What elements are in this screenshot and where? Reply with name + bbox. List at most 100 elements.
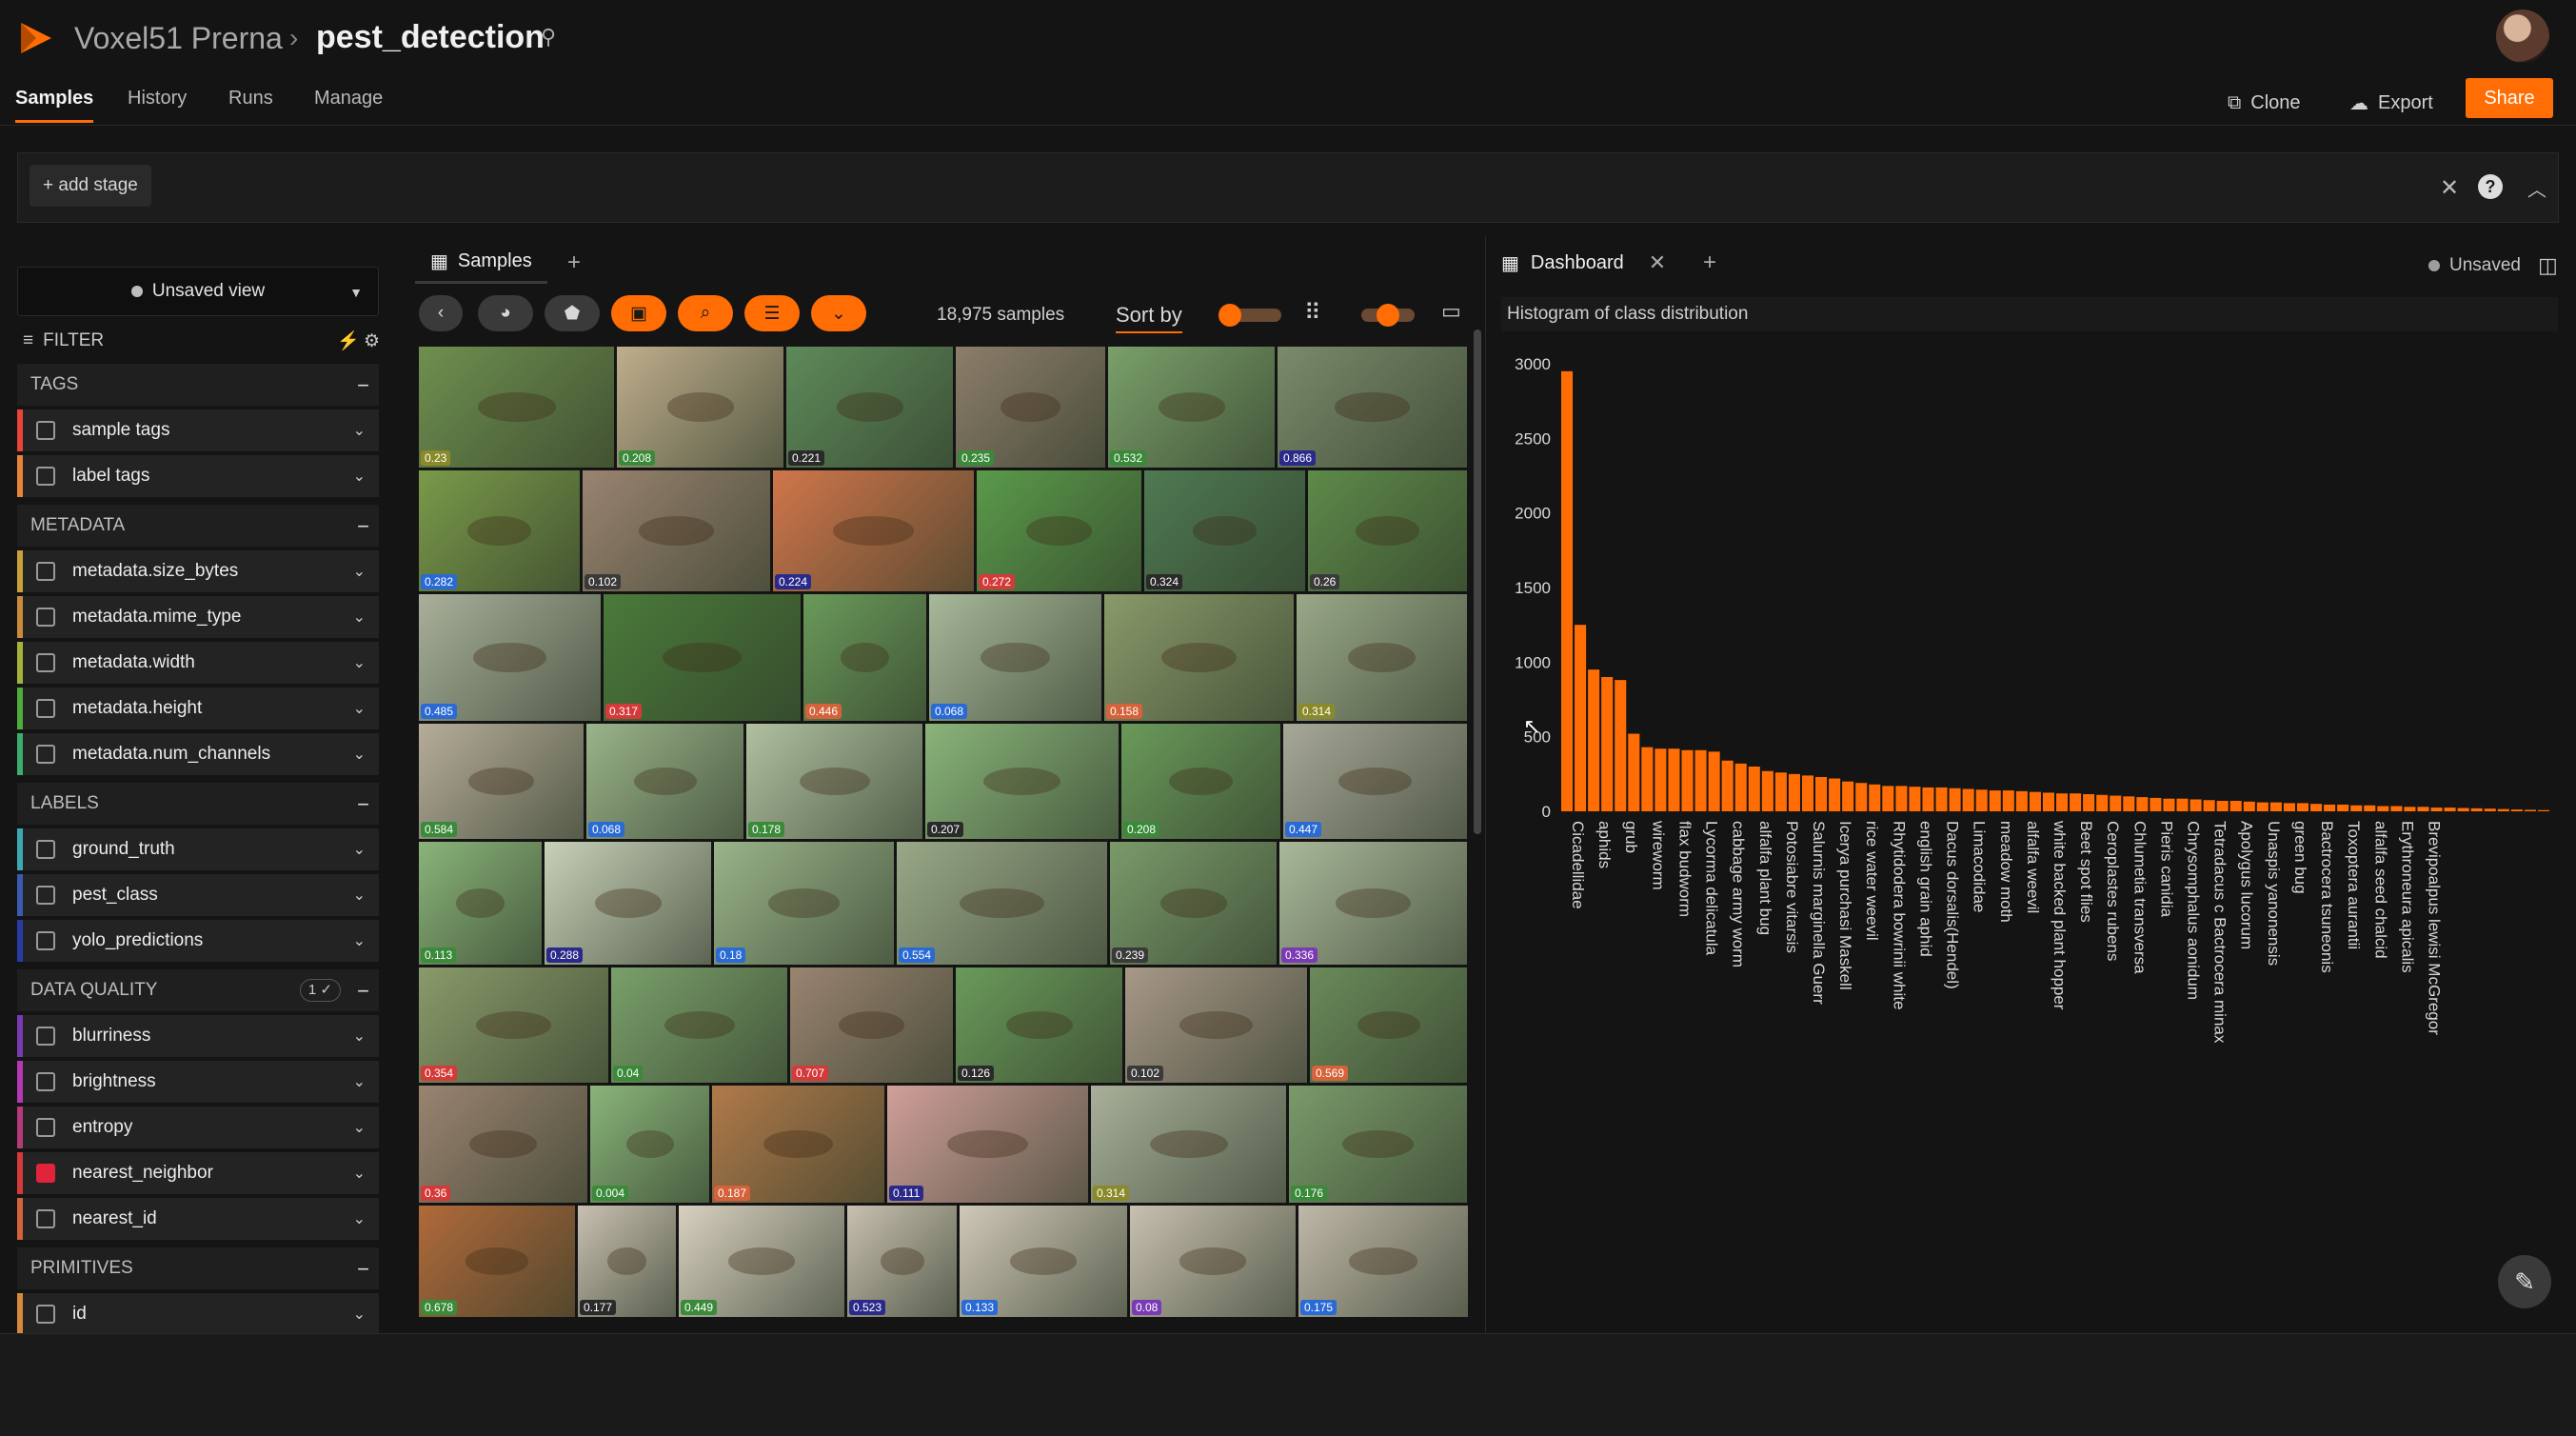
sample-thumbnail[interactable]: 0.208 [1121, 724, 1283, 842]
histogram-bar[interactable] [1694, 749, 1707, 811]
field-checkbox[interactable] [36, 931, 55, 950]
histogram-bar[interactable] [1668, 748, 1680, 811]
histogram-bar[interactable] [2404, 807, 2416, 811]
histogram-bar[interactable] [1989, 790, 2001, 811]
tab-samples[interactable]: Samples [15, 88, 94, 123]
sample-thumbnail[interactable]: 0.221 [786, 347, 956, 470]
tab-samples-panel[interactable]: ▦ Samples [415, 242, 547, 284]
view-selector[interactable]: Unsaved view ▼ [17, 267, 379, 316]
sample-thumbnail[interactable]: 0.177 [578, 1206, 679, 1320]
filter-field-pest-class[interactable]: pest_class ⌄ [17, 874, 379, 916]
filter-field-brightness[interactable]: brightness ⌄ [17, 1061, 379, 1103]
tab-runs[interactable]: Runs [228, 88, 273, 110]
sample-thumbnail[interactable]: 0.523 [847, 1206, 960, 1320]
sample-thumbnail[interactable]: 0.126 [956, 967, 1125, 1086]
back-button[interactable]: ‹ [419, 295, 463, 331]
chevron-down-icon[interactable]: ⌄ [353, 467, 366, 486]
histogram-bar[interactable] [2430, 808, 2443, 811]
share-button[interactable]: Share [2466, 78, 2553, 118]
histogram-bar[interactable] [2310, 804, 2323, 811]
collapse-icon[interactable]: − [357, 514, 369, 539]
histogram-bar[interactable] [2510, 809, 2523, 811]
sample-thumbnail[interactable]: 0.158 [1104, 594, 1297, 724]
filter-field-metadata-num-channels[interactable]: metadata.num_channels ⌄ [17, 733, 379, 775]
sort-direction-toggle[interactable] [1219, 304, 1281, 327]
sample-thumbnail[interactable]: 0.317 [604, 594, 803, 724]
histogram-bar[interactable] [2390, 806, 2403, 811]
histogram-bar[interactable] [1641, 747, 1654, 811]
sample-thumbnail[interactable]: 0.26 [1308, 470, 1470, 594]
histogram-bar[interactable] [2096, 794, 2109, 811]
histogram-bar[interactable] [2229, 801, 2242, 811]
sample-thumbnail[interactable]: 0.288 [545, 842, 714, 967]
histogram-bar[interactable] [1615, 680, 1627, 811]
sample-thumbnail[interactable]: 0.314 [1297, 594, 1470, 724]
field-checkbox[interactable] [36, 467, 55, 486]
histogram-bar[interactable] [1909, 787, 1921, 811]
tab-dashboard[interactable]: ▦ Dashboard ✕ [1501, 242, 1666, 284]
sample-thumbnail[interactable]: 0.36 [419, 1086, 590, 1206]
field-checkbox[interactable] [36, 1209, 55, 1228]
sample-thumbnail[interactable]: 0.23 [419, 347, 617, 470]
sample-thumbnail[interactable]: 0.04 [611, 967, 790, 1086]
histogram-bar[interactable] [2324, 804, 2336, 811]
sample-thumbnail[interactable]: 0.133 [960, 1206, 1130, 1320]
field-checkbox[interactable] [36, 699, 55, 718]
grid-scrollbar[interactable] [1474, 329, 1481, 834]
more-options-button[interactable]: ⌄ [811, 295, 866, 331]
sample-thumbnail[interactable]: 0.224 [773, 470, 977, 594]
histogram-bar[interactable] [2029, 791, 2041, 811]
histogram-bar[interactable] [2269, 802, 2282, 811]
histogram-bar[interactable] [2056, 793, 2069, 811]
grid-size-icon[interactable]: ⠿ [1304, 299, 1321, 327]
sample-thumbnail[interactable]: 0.707 [790, 967, 956, 1086]
add-stage-button[interactable]: + add stage [30, 165, 151, 207]
chevron-down-icon[interactable]: ⌄ [353, 886, 366, 905]
filter-field-yolo-predictions[interactable]: yolo_predictions ⌄ [17, 920, 379, 962]
histogram-bar[interactable] [2296, 803, 2309, 811]
chevron-down-icon[interactable]: ⌄ [353, 1027, 366, 1046]
field-checkbox[interactable] [36, 608, 55, 627]
histogram-bar[interactable] [1801, 775, 1814, 811]
chevron-down-icon[interactable]: ⌄ [353, 562, 366, 581]
sample-thumbnail[interactable]: 0.187 [712, 1086, 887, 1206]
sample-thumbnail[interactable]: 0.102 [583, 470, 773, 594]
histogram-bar[interactable] [2110, 795, 2122, 811]
sample-thumbnail[interactable]: 0.314 [1091, 1086, 1289, 1206]
histogram-bar[interactable] [1815, 776, 1828, 811]
histogram-bar[interactable] [2176, 798, 2189, 811]
histogram-bar[interactable] [1842, 781, 1854, 811]
field-checkbox[interactable] [36, 1072, 55, 1091]
add-panel-icon[interactable]: + [1703, 249, 1716, 276]
sample-thumbnail[interactable]: 0.272 [977, 470, 1144, 594]
filter-field-ground-truth[interactable]: ground_truth ⌄ [17, 828, 379, 870]
filter-field-nearest-neighbor[interactable]: nearest_neighbor ⌄ [17, 1152, 379, 1194]
sample-thumbnail[interactable]: 0.678 [419, 1206, 578, 1320]
histogram-bar[interactable] [1681, 749, 1694, 811]
filter-field-sample-tags[interactable]: sample tags ⌄ [17, 409, 379, 451]
add-panel-icon[interactable]: + [567, 249, 581, 276]
sample-thumbnail[interactable]: 0.004 [590, 1086, 712, 1206]
sample-thumbnail[interactable]: 0.178 [746, 724, 925, 842]
histogram-bar[interactable] [2470, 808, 2483, 811]
field-checkbox[interactable] [36, 562, 55, 581]
close-tab-icon[interactable]: ✕ [1649, 250, 1666, 275]
sample-thumbnail[interactable]: 0.554 [897, 842, 1110, 967]
layout-icon[interactable]: ◫ [2538, 253, 2558, 278]
filter-field-entropy[interactable]: entropy ⌄ [17, 1107, 379, 1148]
field-checkbox[interactable] [36, 840, 55, 859]
histogram-bar[interactable] [2524, 809, 2536, 811]
chevron-down-icon[interactable]: ⌄ [353, 653, 366, 672]
histogram-bar[interactable] [2083, 793, 2095, 811]
histogram-bar[interactable] [2243, 801, 2255, 811]
histogram-bar[interactable] [2042, 792, 2054, 811]
field-checkbox[interactable] [36, 1164, 55, 1183]
lightning-icon[interactable]: ⚡ [337, 329, 360, 352]
histogram-bar[interactable] [1869, 784, 1881, 811]
histogram-bar[interactable] [1708, 751, 1720, 811]
sample-thumbnail[interactable]: 0.866 [1278, 347, 1470, 470]
dataset-name[interactable]: pest_detection [316, 19, 545, 56]
histogram-bar[interactable] [2123, 796, 2135, 811]
sample-thumbnail[interactable]: 0.584 [419, 724, 586, 842]
sample-thumbnail[interactable]: 0.235 [956, 347, 1108, 470]
